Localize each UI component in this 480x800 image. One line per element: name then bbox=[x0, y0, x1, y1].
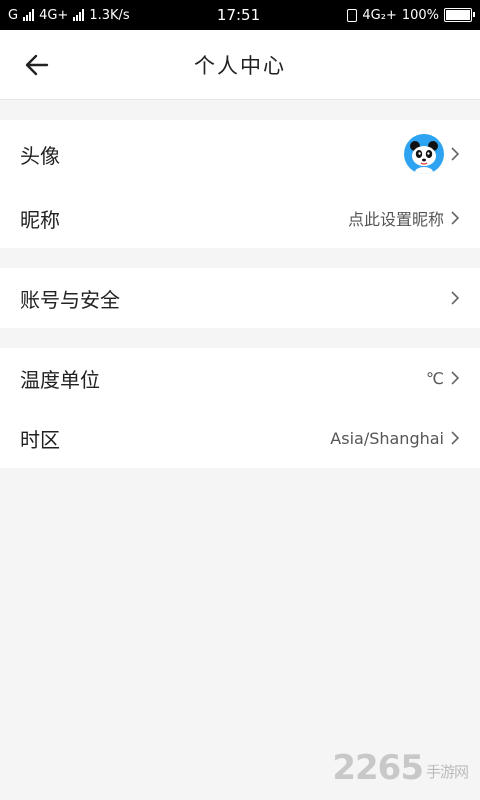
chevron-right-icon bbox=[451, 147, 460, 161]
timezone-label: 时区 bbox=[20, 427, 60, 452]
avatar-row-right bbox=[404, 134, 460, 174]
signal-icon bbox=[23, 9, 35, 21]
account-security-right bbox=[450, 290, 460, 306]
chevron-right-icon bbox=[451, 211, 460, 225]
nickname-row[interactable]: 昵称 点此设置昵称 bbox=[0, 188, 480, 248]
account-group: 账号与安全 bbox=[0, 268, 480, 328]
status-left: G 4G+ 1.3K/s bbox=[8, 8, 130, 23]
arrow-left-icon bbox=[25, 54, 49, 76]
account-security-label: 账号与安全 bbox=[20, 287, 120, 312]
site-watermark: 2265 手游网 bbox=[332, 748, 469, 788]
network-type-label: 4G+ bbox=[39, 7, 69, 23]
timezone-right: Asia/Shanghai bbox=[330, 429, 460, 448]
timezone-row[interactable]: 时区 Asia/Shanghai bbox=[0, 408, 480, 468]
chevron-right-icon bbox=[451, 431, 460, 445]
temperature-unit-label: 温度单位 bbox=[20, 367, 100, 392]
carrier-label: G bbox=[8, 7, 19, 23]
account-security-row[interactable]: 账号与安全 bbox=[0, 268, 480, 328]
profile-group: 头像 昵称 点此设置昵称 bbox=[0, 120, 480, 248]
nickname-label: 昵称 bbox=[20, 207, 60, 232]
net-speed: 1.3K/s bbox=[89, 7, 130, 23]
battery-icon bbox=[443, 8, 475, 22]
network-type-label-2: 4G₂+ bbox=[362, 7, 397, 23]
chevron-right-icon bbox=[451, 291, 460, 305]
temperature-unit-value: ℃ bbox=[426, 368, 444, 388]
status-bar: G 4G+ 1.3K/s 17:51 4G₂+ 100% bbox=[0, 0, 480, 30]
panda-avatar-icon bbox=[410, 141, 438, 174]
temperature-unit-row[interactable]: 温度单位 ℃ bbox=[0, 348, 480, 408]
settings-group: 温度单位 ℃ 时区 Asia/Shanghai bbox=[0, 348, 480, 468]
nickname-row-right: 点此设置昵称 bbox=[348, 206, 460, 230]
vibrate-icon bbox=[347, 8, 358, 22]
signal-icon-2 bbox=[73, 9, 85, 21]
watermark-suffix: 手游网 bbox=[425, 763, 469, 781]
status-right: 4G₂+ 100% bbox=[347, 7, 475, 23]
nickname-value: 点此设置昵称 bbox=[347, 210, 444, 229]
temperature-unit-right: ℃ bbox=[426, 369, 460, 388]
avatar-label: 头像 bbox=[20, 143, 60, 168]
clock: 17:51 bbox=[216, 6, 261, 24]
app-header: 个人中心 bbox=[0, 30, 480, 100]
battery-percent: 100% bbox=[401, 7, 439, 23]
page-title: 个人中心 bbox=[194, 53, 286, 78]
chevron-right-icon bbox=[451, 371, 460, 385]
avatar bbox=[404, 134, 444, 174]
timezone-value: Asia/Shanghai bbox=[330, 428, 444, 448]
watermark-number: 2265 bbox=[332, 748, 424, 788]
back-button[interactable] bbox=[22, 50, 52, 80]
avatar-row[interactable]: 头像 bbox=[0, 120, 480, 188]
